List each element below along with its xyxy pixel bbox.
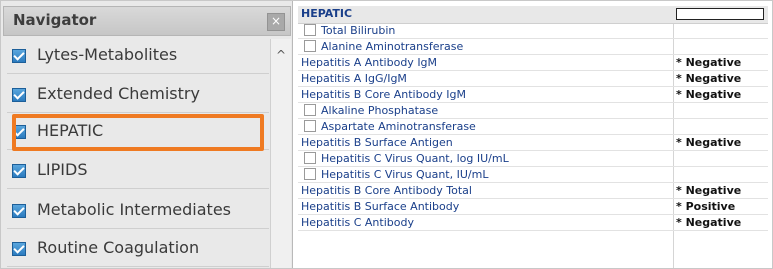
chevron-up-icon[interactable]: ^ bbox=[271, 45, 291, 65]
navigator-item-extended-chemistry[interactable]: Extended Chemistry bbox=[7, 78, 269, 113]
checkbox-icon[interactable] bbox=[304, 120, 316, 132]
table-row[interactable]: Alanine Aminotransferase bbox=[298, 39, 768, 55]
test-result: * Negative bbox=[676, 216, 742, 229]
test-name: Total Bilirubin bbox=[321, 24, 396, 37]
test-name: Hepatitis C Virus Quant, log IU/mL bbox=[321, 152, 509, 165]
table-row[interactable]: Aspartate Aminotransferase bbox=[298, 119, 768, 135]
checkbox-checked-icon[interactable] bbox=[12, 164, 26, 178]
close-icon[interactable]: × bbox=[267, 13, 285, 31]
navigator-item-label: Routine Coagulation bbox=[37, 238, 200, 257]
checkbox-icon[interactable] bbox=[304, 104, 316, 116]
table-row[interactable]: Hepatitis A Antibody IgM * Negative bbox=[298, 55, 768, 71]
navigator-title: Navigator bbox=[13, 11, 97, 29]
checkbox-icon[interactable] bbox=[304, 24, 316, 36]
test-name: Hepatitis A IgG/IgM bbox=[301, 72, 407, 85]
navigator-item-label: Lytes-Metabolites bbox=[37, 45, 178, 64]
window: Navigator × Lytes-Metabolites Extended C… bbox=[0, 0, 773, 269]
test-name: Hepatitis C Antibody bbox=[301, 216, 414, 229]
navigator-item-label: Extended Chemistry bbox=[37, 84, 200, 103]
table-row[interactable]: Hepatitis B Surface Antigen * Negative bbox=[298, 135, 768, 151]
section-title: HEPATIC bbox=[301, 7, 353, 20]
navigator-panel: Navigator × Lytes-Metabolites Extended C… bbox=[1, 1, 293, 268]
navigator-item-lytes-metabolites[interactable]: Lytes-Metabolites bbox=[7, 39, 269, 74]
test-name: Hepatitis B Surface Antigen bbox=[301, 136, 453, 149]
test-result: * Negative bbox=[676, 56, 742, 69]
table-row[interactable]: Hepatitis C Virus Quant, IU/mL bbox=[298, 167, 768, 183]
checkbox-checked-icon[interactable] bbox=[12, 242, 26, 256]
checkbox-icon[interactable] bbox=[304, 40, 316, 52]
checkbox-checked-icon[interactable] bbox=[12, 49, 26, 63]
table-row[interactable]: Hepatitis C Virus Quant, log IU/mL bbox=[298, 151, 768, 167]
navigator-item-metabolic-intermediates[interactable]: Metabolic Intermediates bbox=[7, 194, 269, 229]
test-name: Hepatitis B Surface Antibody bbox=[301, 200, 460, 213]
test-name: Hepatitis B Core Antibody Total bbox=[301, 184, 472, 197]
checkbox-icon[interactable] bbox=[304, 168, 316, 180]
table-row[interactable]: Hepatitis B Core Antibody Total * Negati… bbox=[298, 183, 768, 199]
checkbox-checked-icon[interactable] bbox=[12, 204, 26, 218]
table-row[interactable]: Hepatitis A IgG/IgM * Negative bbox=[298, 71, 768, 87]
navigator-item-lipids[interactable]: LIPIDS bbox=[7, 154, 269, 189]
test-name: Alanine Aminotransferase bbox=[321, 40, 464, 53]
navigator-header: Navigator × bbox=[3, 6, 291, 36]
table-row[interactable]: Hepatitis B Core Antibody IgM * Negative bbox=[298, 87, 768, 103]
table-row[interactable]: Hepatitis C Antibody * Negative bbox=[298, 215, 768, 231]
navigator-item-label: LIPIDS bbox=[37, 160, 88, 179]
test-result: * Negative bbox=[676, 88, 742, 101]
navigator-item-routine-coagulation[interactable]: Routine Coagulation bbox=[7, 232, 269, 267]
table-row[interactable]: Total Bilirubin bbox=[298, 23, 768, 39]
test-name: Alkaline Phosphatase bbox=[321, 104, 439, 117]
test-name: Aspartate Aminotransferase bbox=[321, 120, 476, 133]
navigator-item-label: Metabolic Intermediates bbox=[37, 200, 232, 219]
selection-highlight bbox=[12, 114, 264, 151]
test-name: Hepatitis B Core Antibody IgM bbox=[301, 88, 467, 101]
checkbox-checked-icon[interactable] bbox=[12, 88, 26, 102]
table-header-row: HEPATIC bbox=[298, 6, 768, 24]
navigator-scrollbar[interactable]: ^ bbox=[270, 39, 291, 268]
test-result: * Negative bbox=[676, 184, 742, 197]
test-result: * Negative bbox=[676, 72, 742, 85]
checkbox-icon[interactable] bbox=[304, 152, 316, 164]
test-name: Hepatitis C Virus Quant, IU/mL bbox=[321, 168, 489, 181]
test-result: * Positive bbox=[676, 200, 736, 213]
test-name: Hepatitis A Antibody IgM bbox=[301, 56, 438, 69]
table-row[interactable]: Alkaline Phosphatase bbox=[298, 103, 768, 119]
table-row[interactable]: Hepatitis B Surface Antibody * Positive bbox=[298, 199, 768, 215]
header-value-box bbox=[676, 8, 764, 20]
test-result: * Negative bbox=[676, 136, 742, 149]
